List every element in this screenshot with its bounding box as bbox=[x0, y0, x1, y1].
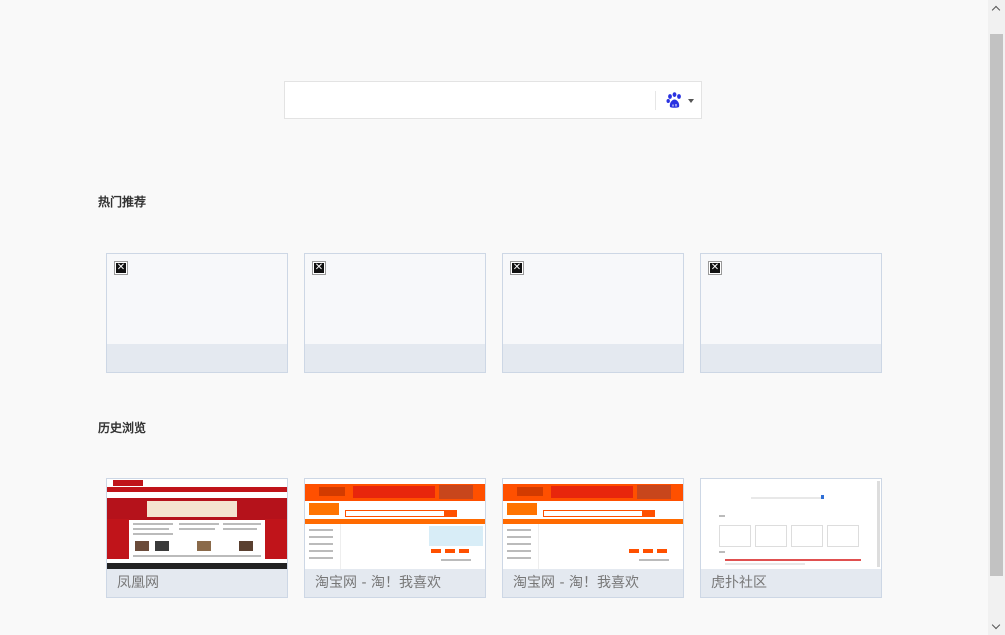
tile-caption: 凤凰网 bbox=[107, 569, 287, 597]
tile-caption: 淘宝网 - 淘！我喜欢 bbox=[503, 569, 683, 597]
hot-tile[interactable] bbox=[304, 253, 486, 373]
site-screenshot bbox=[701, 479, 881, 569]
scroll-down-arrow-icon[interactable] bbox=[988, 618, 1005, 635]
broken-image-icon bbox=[708, 261, 722, 275]
site-screenshot bbox=[107, 479, 287, 569]
divider bbox=[655, 91, 656, 110]
history-tile-ifeng[interactable]: 凤凰网 bbox=[106, 478, 288, 598]
broken-image-icon bbox=[510, 261, 524, 275]
site-screenshot bbox=[305, 479, 485, 569]
tile-caption: 淘宝网 - 淘！我喜欢 bbox=[305, 569, 485, 597]
tile-caption bbox=[107, 344, 287, 372]
scroll-up-arrow-icon[interactable] bbox=[988, 0, 1005, 17]
broken-image-icon bbox=[312, 261, 326, 275]
tile-thumbnail bbox=[503, 254, 683, 344]
hot-tile[interactable] bbox=[700, 253, 882, 373]
tile-thumbnail bbox=[305, 254, 485, 344]
search-engine-selector[interactable] bbox=[663, 90, 697, 110]
history-tile-taobao[interactable]: 淘宝网 - 淘！我喜欢 bbox=[502, 478, 684, 598]
tile-caption bbox=[503, 344, 683, 372]
vertical-scrollbar[interactable] bbox=[988, 0, 1005, 635]
scroll-thumb[interactable] bbox=[990, 34, 1003, 576]
search-input[interactable] bbox=[285, 82, 673, 118]
hot-section-title: 热门推荐 bbox=[98, 195, 147, 209]
history-tile-taobao[interactable]: 淘宝网 - 淘！我喜欢 bbox=[304, 478, 486, 598]
tile-caption: 虎扑社区 bbox=[701, 569, 881, 597]
search-box bbox=[284, 81, 702, 119]
tile-caption bbox=[305, 344, 485, 372]
baidu-paw-icon bbox=[666, 92, 681, 108]
tile-caption bbox=[701, 344, 881, 372]
tile-thumbnail bbox=[107, 254, 287, 344]
caret-down-icon bbox=[688, 99, 694, 103]
site-screenshot bbox=[503, 479, 683, 569]
hot-tile[interactable] bbox=[106, 253, 288, 373]
history-tile-hupu[interactable]: 虎扑社区 bbox=[700, 478, 882, 598]
tile-thumbnail bbox=[701, 254, 881, 344]
broken-image-icon bbox=[114, 261, 128, 275]
hot-tile[interactable] bbox=[502, 253, 684, 373]
history-section-title: 历史浏览 bbox=[98, 421, 147, 435]
